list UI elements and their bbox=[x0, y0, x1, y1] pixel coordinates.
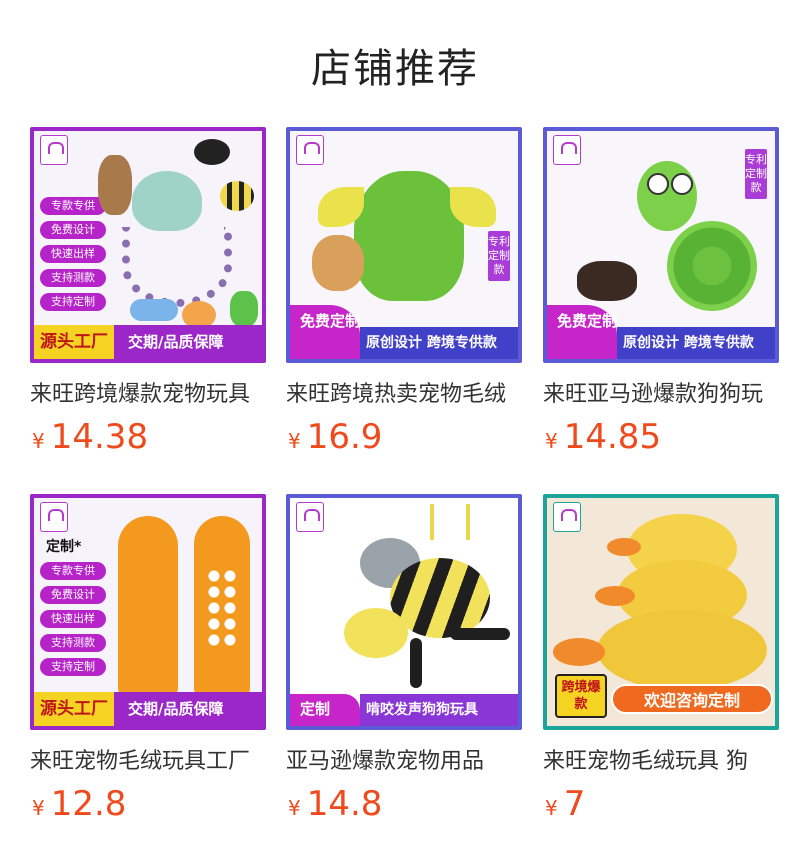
currency-symbol: ¥ bbox=[545, 796, 558, 820]
side-tag: 专利定制款 bbox=[745, 149, 767, 199]
image-badge: 免费定制 bbox=[290, 305, 360, 359]
dog-photo-icon bbox=[577, 261, 637, 301]
image-banner-left: 源头工厂 bbox=[34, 325, 114, 359]
shop-logo-icon bbox=[40, 135, 68, 165]
feature-tag: 免费设计 bbox=[40, 586, 106, 604]
image-badge: 免费定制 bbox=[547, 305, 617, 359]
sound-lines-icon bbox=[430, 504, 470, 540]
duck-plush-icon bbox=[597, 610, 767, 690]
product-image[interactable]: 跨境爆款 欢迎咨询定制 bbox=[543, 494, 779, 730]
price-value: 14.85 bbox=[563, 417, 662, 457]
frog-plush-icon bbox=[230, 291, 258, 327]
squirrel-plush-icon bbox=[98, 155, 132, 215]
image-banner: 原创设计 跨境专供款 bbox=[360, 327, 518, 359]
price-value: 7 bbox=[563, 784, 586, 824]
kangaroo-plush-front-icon bbox=[118, 516, 178, 696]
side-tag: 专利定制款 bbox=[488, 231, 510, 281]
product-card[interactable]: 专利定制款 免费定制 原创设计 跨境专供款 来旺亚马逊爆款狗狗玩 ¥14.85 bbox=[543, 127, 779, 457]
feature-tag: 支持定制 bbox=[40, 293, 106, 311]
feature-tag-list: 专款专供 免费设计 快速出样 支持测款 支持定制 bbox=[40, 562, 106, 682]
spider-plush-icon bbox=[194, 139, 230, 165]
feature-tag: 快速出样 bbox=[40, 610, 106, 628]
product-price: ¥12.8 bbox=[32, 784, 126, 824]
product-price: ¥14.8 bbox=[288, 784, 382, 824]
feature-tag: 免费设计 bbox=[40, 221, 106, 239]
currency-symbol: ¥ bbox=[32, 796, 45, 820]
product-image[interactable]: 专利定制款 免费定制 原创设计 跨境专供款 bbox=[286, 127, 522, 363]
bee-plush-icon bbox=[220, 181, 254, 211]
product-card[interactable]: 专利定制款 免费定制 原创设计 跨境专供款 来旺跨境热卖宠物毛绒 ¥16.9 bbox=[286, 127, 522, 457]
image-banner: 源头工厂 交期/品质保障 bbox=[34, 325, 262, 359]
shop-logo-icon bbox=[296, 135, 324, 165]
image-banner-right: 交期/品质保障 bbox=[128, 333, 224, 351]
price-value: 14.38 bbox=[50, 417, 149, 457]
product-name[interactable]: 来旺亚马逊爆款狗狗玩 bbox=[543, 376, 779, 408]
price-value: 12.8 bbox=[50, 784, 127, 824]
product-image[interactable]: 专利定制款 免费定制 原创设计 跨境专供款 bbox=[543, 127, 779, 363]
feature-tag: 支持测款 bbox=[40, 269, 106, 287]
product-card[interactable]: 定制 啃咬发声狗狗玩具 亚马逊爆款宠物用品 ¥14.8 bbox=[286, 494, 522, 824]
image-badge: 定制 bbox=[290, 694, 360, 726]
price-value: 14.8 bbox=[306, 784, 383, 824]
price-value: 16.9 bbox=[306, 417, 383, 457]
image-banner: 欢迎咨询定制 bbox=[611, 684, 773, 714]
bee-leg-icon bbox=[410, 638, 422, 688]
snake-coil-icon bbox=[667, 221, 757, 311]
feature-tag: 专款专供 bbox=[40, 197, 106, 215]
octopus-plush-icon bbox=[132, 171, 202, 231]
feature-tag: 支持测款 bbox=[40, 634, 106, 652]
currency-symbol: ¥ bbox=[288, 429, 301, 453]
product-price: ¥7 bbox=[545, 784, 585, 824]
feature-tag: 支持定制 bbox=[40, 658, 106, 676]
product-card[interactable]: 专款专供 免费设计 快速出样 支持测款 支持定制 源头工厂 交期/品质保障 来旺… bbox=[30, 127, 266, 457]
plush-holes-icon bbox=[206, 568, 238, 648]
product-name[interactable]: 来旺宠物毛绒玩具工厂 bbox=[30, 743, 266, 775]
feature-tag: 快速出样 bbox=[40, 245, 106, 263]
octopus-tentacles-icon bbox=[122, 227, 232, 307]
product-price: ¥16.9 bbox=[288, 417, 382, 457]
duck-beak-icon bbox=[553, 638, 605, 666]
product-name[interactable]: 来旺跨境爆款宠物玩具 bbox=[30, 376, 266, 408]
dragon-plush-icon bbox=[354, 171, 464, 301]
image-heading: 定制* bbox=[46, 539, 82, 555]
snake-eye-icon bbox=[647, 173, 669, 195]
duck-beak-icon bbox=[607, 538, 641, 556]
feature-tag-list: 专款专供 免费设计 快速出样 支持测款 支持定制 bbox=[40, 197, 106, 317]
product-price: ¥14.38 bbox=[32, 417, 148, 457]
product-image[interactable]: 定制 啃咬发声狗狗玩具 bbox=[286, 494, 522, 730]
dog-photo-icon bbox=[312, 235, 364, 291]
shop-logo-icon bbox=[40, 502, 68, 532]
image-banner-left: 源头工厂 bbox=[34, 692, 114, 726]
image-banner: 源头工厂 交期/品质保障 bbox=[34, 692, 262, 726]
product-price: ¥14.85 bbox=[545, 417, 661, 457]
currency-symbol: ¥ bbox=[32, 429, 45, 453]
snake-eye-icon bbox=[671, 173, 693, 195]
product-image[interactable]: 定制* 专款专供 免费设计 快速出样 支持测款 支持定制 源头工厂 交期/品质保… bbox=[30, 494, 266, 730]
caterpillar-plush-icon bbox=[130, 299, 178, 321]
product-name[interactable]: 来旺跨境热卖宠物毛绒 bbox=[286, 376, 522, 408]
duck-beak-icon bbox=[595, 586, 635, 606]
product-name[interactable]: 亚马逊爆款宠物用品 bbox=[286, 743, 522, 775]
section-title: 店铺推荐 bbox=[311, 46, 479, 92]
product-card[interactable]: 跨境爆款 欢迎咨询定制 来旺宠物毛绒玩具 狗 ¥7 bbox=[543, 494, 779, 824]
product-card[interactable]: 定制* 专款专供 免费设计 快速出样 支持测款 支持定制 源头工厂 交期/品质保… bbox=[30, 494, 266, 824]
bee-leg-icon bbox=[450, 628, 510, 640]
shop-logo-icon bbox=[553, 502, 581, 532]
image-badge: 跨境爆款 bbox=[555, 674, 607, 718]
currency-symbol: ¥ bbox=[288, 796, 301, 820]
product-image[interactable]: 专款专供 免费设计 快速出样 支持测款 支持定制 源头工厂 交期/品质保障 bbox=[30, 127, 266, 363]
image-banner: 原创设计 跨境专供款 bbox=[617, 327, 775, 359]
product-name[interactable]: 来旺宠物毛绒玩具 狗 bbox=[543, 743, 779, 775]
bee-head-icon bbox=[344, 608, 408, 658]
currency-symbol: ¥ bbox=[545, 429, 558, 453]
image-banner-right: 交期/品质保障 bbox=[128, 700, 224, 718]
feature-tag: 专款专供 bbox=[40, 562, 106, 580]
shop-logo-icon bbox=[296, 502, 324, 532]
snake-plush-icon bbox=[637, 161, 697, 231]
image-banner: 啃咬发声狗狗玩具 bbox=[360, 694, 518, 726]
shop-logo-icon bbox=[553, 135, 581, 165]
